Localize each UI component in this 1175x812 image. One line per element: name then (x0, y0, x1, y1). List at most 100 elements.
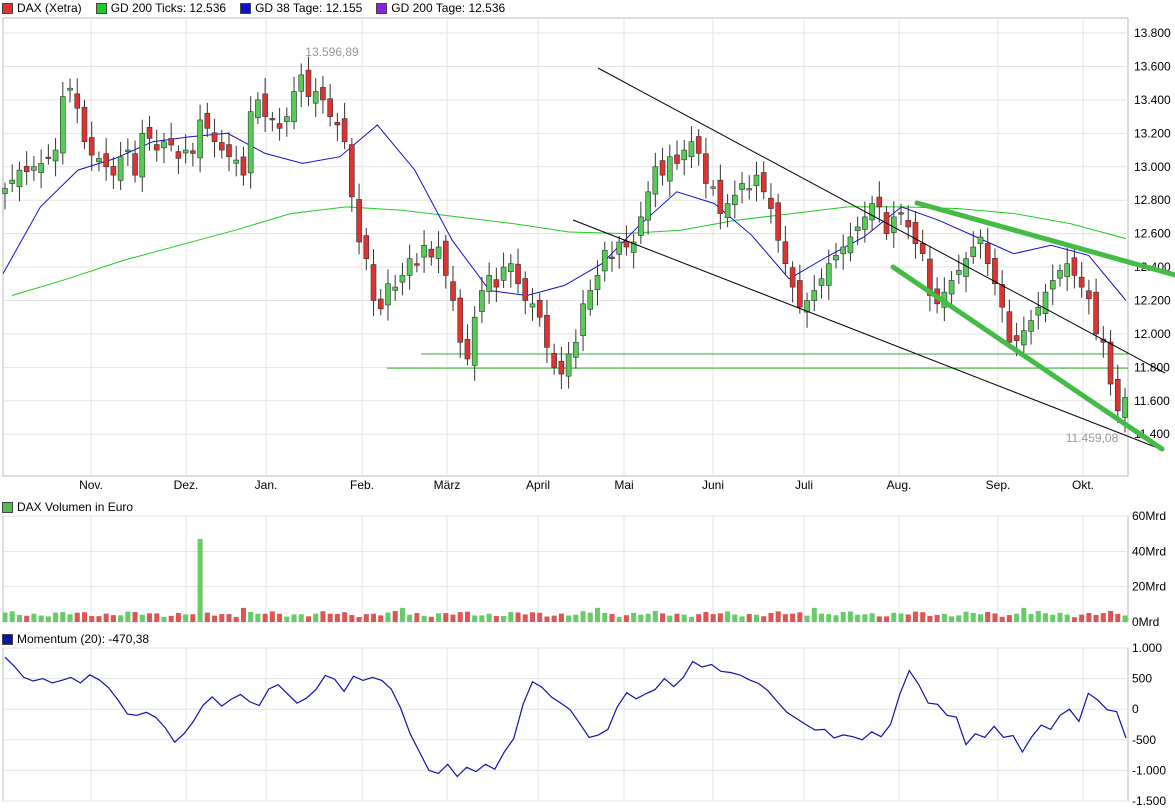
volume-bar (1071, 617, 1077, 622)
candle-up (38, 163, 44, 173)
legend-swatch-gd200-ticks (95, 2, 107, 14)
momentum-y-tick-label: -500 (1132, 733, 1156, 747)
candle-up (284, 116, 290, 123)
volume-bar (544, 616, 550, 622)
candle-down (1071, 257, 1078, 276)
candle-up (688, 141, 695, 157)
volume-bar (949, 616, 955, 622)
candle-up (2, 188, 8, 194)
volume-bar (710, 614, 716, 622)
volume-bar (782, 614, 788, 622)
volume-bar (457, 612, 463, 622)
volume-bar (118, 615, 124, 622)
candle-up (666, 156, 673, 182)
volume-bar (233, 616, 239, 622)
volume-bar (558, 613, 564, 622)
candle-up (197, 119, 203, 159)
volume-bar (89, 616, 95, 622)
candle-down (1086, 290, 1092, 300)
volume-bar (154, 613, 160, 622)
volume-bar (595, 607, 601, 622)
volume-bar (1108, 610, 1114, 622)
volume-bar (869, 613, 875, 622)
candle-up (977, 236, 984, 244)
candle-up (291, 91, 297, 123)
candle-up (96, 158, 102, 163)
volume-bar (515, 612, 521, 622)
candle-down (717, 179, 724, 214)
momentum-y-tick-label: -1.500 (1132, 794, 1166, 808)
candle-up (385, 283, 391, 306)
volume-bar (38, 615, 44, 622)
legend-swatch-volume (2, 501, 13, 513)
volume-bar (277, 613, 283, 622)
legend-item-gd200-ticks: GD 200 Ticks: 12.536 (95, 1, 227, 15)
candle-up (60, 96, 66, 154)
volume-bar (681, 614, 687, 622)
legend-swatch-dax (2, 2, 13, 14)
volume-bar (305, 616, 311, 622)
volume-bar (631, 612, 637, 622)
volume-bar (623, 615, 629, 622)
candle-up (529, 303, 536, 308)
volume-bar (775, 611, 781, 622)
volume-bar (161, 616, 167, 622)
candle-up (854, 226, 861, 231)
volume-bar (96, 616, 102, 622)
volume-legend: DAX Volumen in Euro (2, 499, 147, 515)
volume-bar (992, 613, 998, 622)
volume-bar (551, 615, 557, 622)
volume-bar (688, 617, 694, 622)
candle-down (544, 315, 550, 348)
candle-down (905, 219, 912, 228)
volume-bar (334, 613, 340, 622)
legend-label-gd38: GD 38 Tage: 12.155 (255, 1, 363, 15)
legend-label-gd200-ticks: GD 200 Ticks: 12.536 (110, 1, 227, 15)
volume-bar (262, 613, 268, 622)
candle-down (609, 256, 615, 260)
volume-bar (421, 615, 427, 622)
volume-bar (977, 614, 983, 622)
volume-bar (212, 615, 218, 622)
candle-up (811, 290, 818, 301)
candle-down (1013, 335, 1020, 341)
volume-bar (537, 612, 543, 622)
candle-up (1035, 306, 1042, 316)
volume-bar (1021, 607, 1027, 622)
volume-bar (67, 614, 73, 622)
volume-bar (956, 615, 962, 622)
volume-bar (609, 613, 615, 622)
volume-bar (580, 611, 586, 622)
legend-swatch-momentum (2, 633, 13, 645)
candle-down (320, 87, 326, 101)
volume-bar (898, 613, 904, 622)
candle-up (948, 280, 955, 295)
candle-up (1064, 263, 1070, 277)
candle-down (457, 297, 464, 343)
candle-up (565, 353, 572, 377)
price-y-tick-label: 12.000 (1134, 327, 1171, 341)
candle-up (616, 241, 622, 255)
price-y-tick-label: 12.600 (1134, 227, 1171, 241)
candle-down (912, 221, 919, 244)
candle-down (110, 166, 117, 176)
candle-down (898, 212, 904, 215)
candle-up (125, 149, 131, 152)
candle-down (442, 240, 449, 276)
volume-bar (132, 612, 138, 622)
candle-down (23, 165, 30, 173)
price-y-tick-label: 13.000 (1134, 160, 1171, 174)
volume-bar (392, 611, 398, 622)
volume-bar (464, 611, 470, 622)
volume-bar (970, 613, 976, 622)
volume-bar (45, 616, 51, 622)
candle-up (573, 341, 579, 358)
volume-bar (811, 607, 817, 622)
legend-label-dax: DAX (Xetra) (17, 1, 82, 15)
volume-y-tick-label: 20Mrd (1132, 580, 1166, 594)
volume-bar (378, 615, 384, 622)
price-y-tick-label: 13.800 (1134, 26, 1171, 40)
volume-bar (1079, 614, 1085, 622)
legend-item-momentum: Momentum (20): -470,38 (2, 632, 149, 646)
volume-bar (739, 616, 745, 622)
